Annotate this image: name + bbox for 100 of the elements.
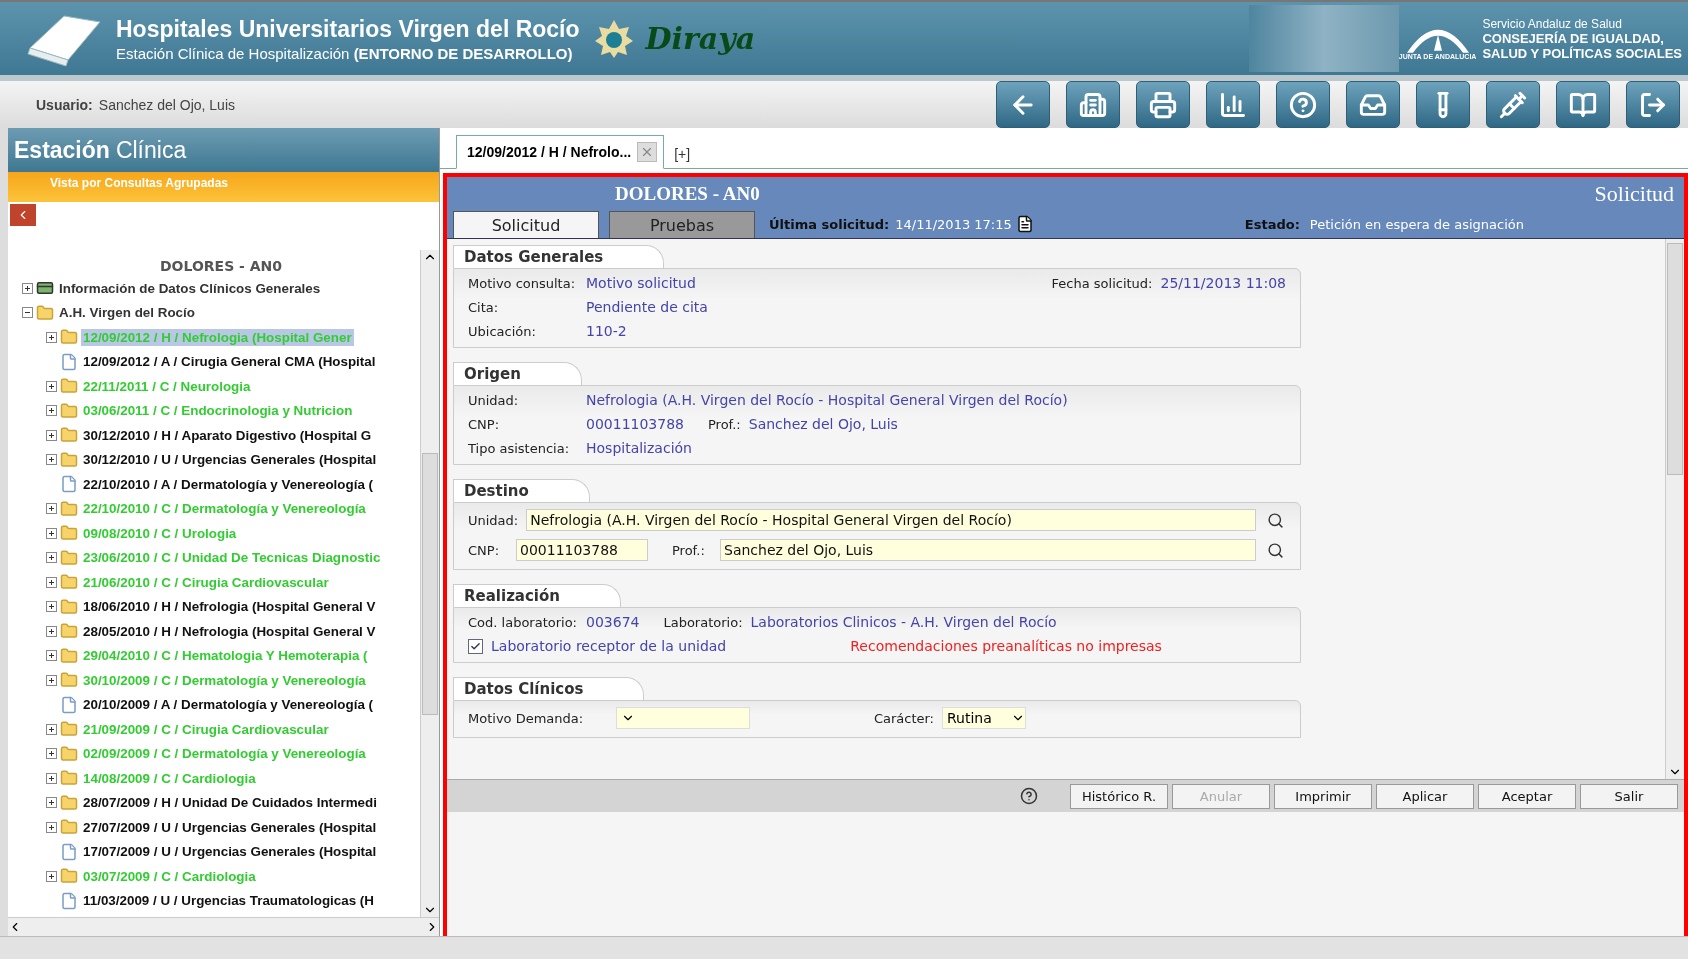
input-field[interactable]: 00011103788 <box>516 539 648 561</box>
field-value: 25/11/2013 11:08 <box>1160 275 1286 291</box>
plus-icon[interactable] <box>46 625 57 637</box>
field-label: Prof.: <box>708 416 741 432</box>
plus-icon[interactable] <box>46 748 57 760</box>
toolbar-button[interactable] <box>1066 81 1120 128</box>
action-button[interactable]: Histórico R. <box>1070 783 1168 809</box>
plus-icon[interactable] <box>46 454 57 466</box>
user-label: Usuario: <box>36 96 93 113</box>
agency-name: CONSEJERÍA DE IGUALDAD, <box>1482 30 1665 46</box>
folder-icon <box>60 426 78 445</box>
tree-item[interactable]: 27/07/2009 / U / Urgencias Generales (Hospital <box>81 818 379 836</box>
section-title: Destino <box>453 479 590 502</box>
plus-icon[interactable] <box>46 650 57 662</box>
building-icon <box>1079 90 1107 119</box>
action-button[interactable]: Aplicar <box>1376 783 1474 809</box>
tree-item[interactable]: 22/10/2010 / A / Dermatología y Venereología ( <box>81 475 375 493</box>
star-logo <box>593 18 634 59</box>
plus-icon[interactable] <box>46 405 57 417</box>
plus-icon[interactable] <box>46 723 57 735</box>
scrollbar[interactable] <box>1665 239 1684 779</box>
plus-icon[interactable] <box>46 674 57 686</box>
panel-title: Estación Clínica <box>8 128 439 172</box>
plus-icon[interactable] <box>46 429 57 441</box>
field-label: CNP: <box>468 416 501 432</box>
section-title: Datos Generales <box>453 245 665 268</box>
checkbox[interactable] <box>468 638 483 654</box>
toolbar-button[interactable] <box>1416 81 1470 128</box>
collapse-button[interactable] <box>10 204 36 226</box>
dropdown[interactable]: Rutina <box>942 707 1026 729</box>
plus-icon[interactable] <box>46 601 57 613</box>
tree-item[interactable]: 28/07/2009 / H / Unidad De Cuidados Intermedi <box>81 794 379 812</box>
help-icon <box>1289 90 1317 119</box>
plus-icon[interactable] <box>46 380 57 392</box>
field-value: Motivo solicitud <box>586 275 696 291</box>
tree-item[interactable]: 30/12/2010 / U / Urgencias Generales (Hospital <box>81 451 379 469</box>
plus-icon[interactable] <box>46 527 57 539</box>
plus-icon[interactable] <box>46 503 57 515</box>
folder-icon <box>60 646 78 665</box>
field-value: 00011103788 <box>586 416 684 432</box>
field-value: Hospitalización <box>586 440 692 456</box>
scrollbar[interactable] <box>420 250 439 917</box>
close-button[interactable] <box>637 142 658 162</box>
tree-item[interactable]: A.H. Virgen del Rocío <box>57 304 197 322</box>
plus-icon[interactable] <box>46 821 57 833</box>
toolbar-button[interactable] <box>1556 81 1610 128</box>
section-title: Realización <box>453 584 621 607</box>
plus-icon[interactable] <box>46 772 57 784</box>
folder-icon <box>60 499 78 518</box>
plus-icon[interactable] <box>46 576 57 588</box>
form-tab[interactable]: Solicitud <box>453 211 599 238</box>
field-label: Carácter: <box>873 710 934 726</box>
document-tab[interactable]: 12/09/2012 / H / Nefrolo... <box>456 135 665 169</box>
plus-icon[interactable] <box>22 282 33 294</box>
tree-item[interactable]: Información de Datos Clínicos Generales <box>57 279 323 297</box>
form-tab[interactable]: Pruebas <box>609 211 755 238</box>
folder-icon <box>60 524 78 543</box>
input-field[interactable]: Sanchez del Ojo, Luis <box>720 539 1256 561</box>
plus-icon[interactable] <box>46 797 57 809</box>
state-label: Estado: <box>1244 217 1300 232</box>
field-value: Sanchez del Ojo, Luis <box>748 416 898 432</box>
add-tab-button[interactable]: [+] <box>674 146 691 168</box>
toolbar-button[interactable] <box>1276 81 1330 128</box>
last-request-label: Última solicitud: <box>769 217 890 232</box>
toolbar-button[interactable] <box>1346 81 1400 128</box>
warning-text: Recomendaciones preanalíticas no impresas <box>850 638 1162 654</box>
tree-item[interactable]: 17/07/2009 / U / Urgencias Generales (Hospital <box>81 843 379 861</box>
plus-icon[interactable] <box>46 331 57 343</box>
tree-item[interactable]: 18/06/2010 / H / Nefrologia (Hospital General V <box>81 598 378 616</box>
input-field[interactable]: Nefrologia (A.H. Virgen del Rocío - Hospital General Virgen del Rocío) <box>526 509 1256 531</box>
action-button[interactable]: Imprimir <box>1274 783 1372 809</box>
field-label: CNP: <box>468 542 501 558</box>
section-title: Datos Clínicos <box>453 677 645 700</box>
field-value: Pendiente de cita <box>586 299 708 315</box>
toolbar-button[interactable] <box>1626 81 1680 128</box>
plus-icon[interactable] <box>46 552 57 564</box>
tree-item[interactable]: 20/10/2009 / A / Dermatología y Venereología ( <box>81 696 375 714</box>
document-icon <box>1015 215 1034 233</box>
patient-name: DOLORES - AN0 <box>158 258 284 274</box>
horizontal-scrollbar[interactable] <box>8 917 439 936</box>
field-label: Unidad: <box>468 512 519 528</box>
action-button[interactable]: Salir <box>1580 783 1678 809</box>
agency-service: Servicio Andaluz de Salud <box>1482 16 1623 31</box>
field-label: Ubicación: <box>468 323 537 339</box>
bar-chart-icon <box>1219 90 1247 119</box>
help-icon[interactable] <box>1020 787 1038 805</box>
folder-icon <box>60 793 78 812</box>
tree-item[interactable]: 28/05/2010 / H / Nefrologia (Hospital General V <box>81 622 378 640</box>
field-label: Motivo Demanda: <box>468 710 585 726</box>
action-button[interactable]: Aceptar <box>1478 783 1576 809</box>
toolbar-button[interactable] <box>1136 81 1190 128</box>
minus-icon[interactable] <box>22 307 33 319</box>
tree-item[interactable]: 11/03/2009 / U / Urgencias Traumatologicas (H <box>81 892 376 910</box>
tree-item[interactable]: 30/12/2010 / H / Aparato Digestivo (Hospital G <box>81 426 374 444</box>
plus-icon[interactable] <box>46 870 57 882</box>
toolbar-button[interactable] <box>1206 81 1260 128</box>
tree-item[interactable]: 12/09/2012 / A / Cirugia General CMA (Hospital <box>81 353 378 371</box>
toolbar-button[interactable] <box>996 81 1050 128</box>
view-banner: Vista por Consultas Agrupadas <box>8 172 439 202</box>
toolbar-button[interactable] <box>1486 81 1540 128</box>
